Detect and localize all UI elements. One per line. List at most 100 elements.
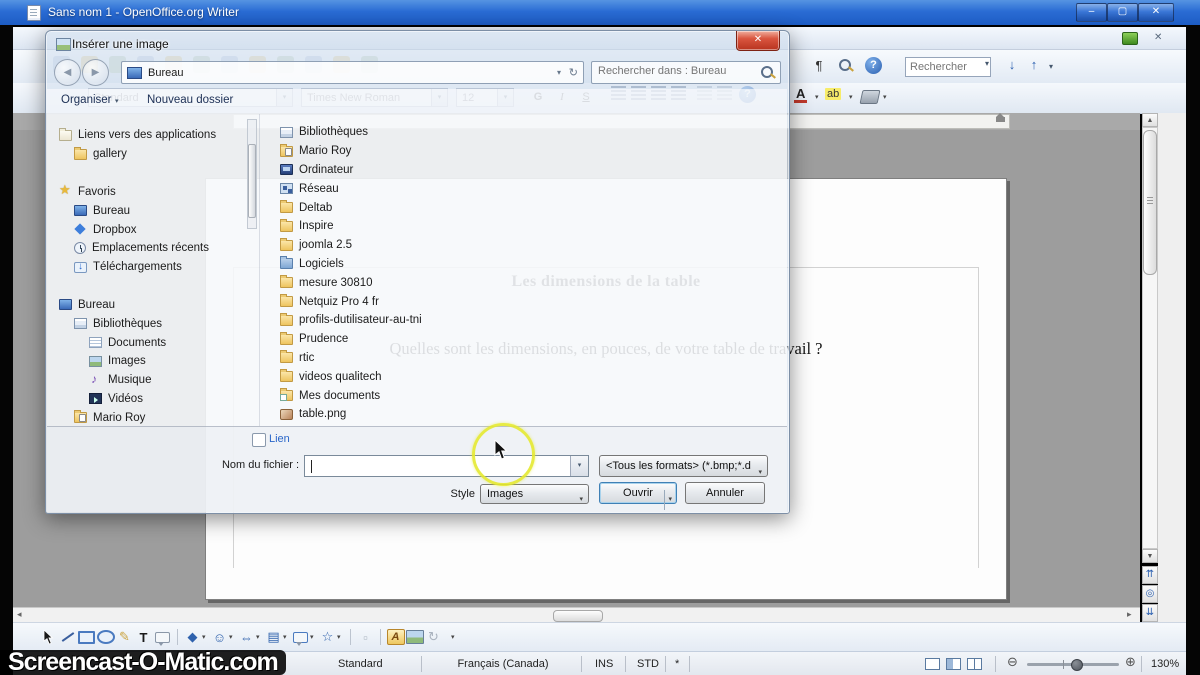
- background-dropdown-icon[interactable]: ▾: [883, 93, 887, 101]
- zoom-in-icon[interactable]: ⊕: [1125, 654, 1136, 670]
- flowchart-dropdown-icon[interactable]: ▾: [283, 633, 291, 641]
- callouts-icon[interactable]: [291, 627, 310, 647]
- sidebar-item[interactable]: gallery: [47, 145, 257, 164]
- file-row[interactable]: Deltab: [260, 198, 787, 217]
- font-color-icon[interactable]: A: [794, 87, 807, 103]
- filetype-dropdown[interactable]: <Tous les formats> (*.bmp;*.d ▾: [599, 455, 768, 477]
- zoom-tool-icon[interactable]: [838, 58, 854, 74]
- filename-input[interactable]: ▾: [304, 455, 589, 477]
- page-style-field[interactable]: Standard: [338, 656, 383, 672]
- help-icon[interactable]: ?: [865, 57, 882, 74]
- formatting-marks-icon[interactable]: ¶: [808, 55, 830, 77]
- file-row[interactable]: mesure 30810: [260, 273, 787, 292]
- back-icon[interactable]: ◀: [54, 59, 81, 86]
- file-row[interactable]: profils-dutilisateur-au-tni: [260, 311, 787, 330]
- cancel-button[interactable]: Annuler: [685, 482, 765, 504]
- navigation-icon[interactable]: ◎: [1142, 585, 1158, 603]
- block-arrows-dropdown-icon[interactable]: ▾: [256, 633, 264, 641]
- file-row[interactable]: Mes documents: [260, 386, 787, 405]
- find-previous-icon[interactable]: ↑: [1023, 54, 1045, 76]
- language-field[interactable]: Français (Canada): [433, 656, 573, 672]
- single-page-view-icon[interactable]: [925, 658, 940, 670]
- organize-button[interactable]: Organiser: [61, 94, 112, 106]
- basic-shapes-dropdown-icon[interactable]: ▾: [202, 633, 210, 641]
- symbol-shapes-icon[interactable]: ☺: [210, 627, 229, 647]
- sidebar-item[interactable]: Téléchargements: [47, 258, 257, 277]
- file-row[interactable]: Ordinateur: [260, 161, 787, 180]
- selection-mode-field[interactable]: STD: [637, 656, 659, 672]
- margin-marker[interactable]: [996, 117, 1005, 122]
- insert-mode-field[interactable]: INS: [595, 656, 613, 672]
- filename-dropdown-icon[interactable]: ▾: [570, 456, 588, 476]
- multi-page-view-icon[interactable]: [946, 658, 961, 670]
- address-dropdown-icon[interactable]: ▾: [557, 68, 561, 77]
- forward-icon[interactable]: ▶: [82, 59, 109, 86]
- vertical-scroll-thumb[interactable]: [1143, 130, 1157, 275]
- maximize-button[interactable]: ▢: [1107, 3, 1138, 22]
- search-input[interactable]: [596, 64, 755, 78]
- next-page-icon[interactable]: ⇊: [1142, 604, 1158, 622]
- sidebar-item[interactable]: Mario Roy: [47, 408, 257, 426]
- line-tool-icon[interactable]: [58, 627, 77, 647]
- symbol-shapes-dropdown-icon[interactable]: ▾: [229, 633, 237, 641]
- new-folder-button[interactable]: Nouveau dossier: [147, 94, 233, 106]
- file-row[interactable]: Logiciels: [260, 255, 787, 274]
- ellipse-tool-icon[interactable]: [96, 627, 115, 647]
- sidebar-item[interactable]: Emplacements récents: [47, 239, 257, 258]
- file-row[interactable]: Inspire: [260, 217, 787, 236]
- toolbar-overflow-icon[interactable]: ▾: [1049, 62, 1053, 71]
- find-next-icon[interactable]: ↓: [1001, 54, 1023, 76]
- drawbar-overflow-icon[interactable]: ▾: [451, 633, 459, 641]
- sidebar-item[interactable]: Documents: [47, 333, 257, 352]
- style-dropdown[interactable]: Images ▾: [480, 484, 589, 504]
- callout-tool-icon[interactable]: [153, 627, 172, 647]
- link-checkbox[interactable]: [252, 433, 266, 447]
- zoom-level[interactable]: 130%: [1151, 656, 1179, 672]
- open-split-dropdown-icon[interactable]: ▾: [664, 490, 672, 510]
- sidebar-item[interactable]: Vidéos: [47, 390, 257, 409]
- sidebar-item[interactable]: Liens vers des applications: [47, 126, 257, 145]
- open-button[interactable]: Ouvrir ▾: [599, 482, 677, 504]
- organize-dropdown-icon[interactable]: ▾: [115, 97, 119, 105]
- sidebar-item[interactable]: Bibliothèques: [47, 314, 257, 333]
- stars-icon[interactable]: ☆: [318, 627, 337, 647]
- horizontal-scroll-thumb[interactable]: [553, 610, 603, 622]
- basic-shapes-icon[interactable]: ◆: [183, 627, 202, 647]
- zoom-out-icon[interactable]: ⊖: [1007, 654, 1018, 670]
- refresh-icon[interactable]: ↻: [569, 66, 578, 79]
- fontwork-gallery-icon[interactable]: A: [386, 627, 405, 647]
- file-row[interactable]: Netquiz Pro 4 fr: [260, 292, 787, 311]
- block-arrows-icon[interactable]: ⇔: [237, 627, 256, 647]
- document-close-icon[interactable]: ✕: [1154, 32, 1162, 43]
- text-tool-icon[interactable]: T: [134, 627, 153, 647]
- flowchart-icon[interactable]: ▤: [264, 627, 283, 647]
- highlighting-icon[interactable]: ab: [825, 88, 841, 100]
- scroll-right-icon[interactable]: ▸: [1127, 609, 1132, 620]
- sidebar-item[interactable]: Bureau: [47, 296, 257, 315]
- sidebar-item[interactable]: Bureau: [47, 201, 257, 220]
- file-row[interactable]: table.png: [260, 405, 787, 424]
- breadcrumb[interactable]: Bureau: [148, 67, 183, 79]
- address-bar[interactable]: Bureau ▾ ↻: [121, 61, 584, 84]
- file-row[interactable]: Mario Roy: [260, 142, 787, 161]
- sidebar-item[interactable]: Musique: [47, 371, 257, 390]
- previous-page-icon[interactable]: ⇈: [1142, 566, 1158, 584]
- file-row[interactable]: Réseau: [260, 179, 787, 198]
- zoom-slider-thumb[interactable]: [1071, 659, 1083, 671]
- sidebar-item[interactable]: Favoris: [47, 183, 257, 202]
- scroll-left-icon[interactable]: ◂: [17, 609, 22, 620]
- callouts-dropdown-icon[interactable]: ▾: [310, 633, 318, 641]
- file-row[interactable]: joomla 2.5: [260, 236, 787, 255]
- file-row[interactable]: videos qualitech: [260, 367, 787, 386]
- sidebar-scroll-thumb[interactable]: [248, 144, 256, 218]
- sidebar-item[interactable]: Images: [47, 352, 257, 371]
- select-tool-icon[interactable]: [39, 627, 58, 647]
- sidebar-scrollbar[interactable]: [247, 119, 257, 229]
- font-color-dropdown-icon[interactable]: ▾: [815, 93, 819, 101]
- scroll-down-icon[interactable]: ▼: [1142, 549, 1158, 563]
- from-file-icon[interactable]: [405, 627, 424, 647]
- updates-icon[interactable]: [1122, 32, 1138, 45]
- highlighting-dropdown-icon[interactable]: ▾: [849, 93, 853, 101]
- minimize-button[interactable]: –: [1076, 3, 1107, 22]
- file-row[interactable]: Bibliothèques: [260, 123, 787, 142]
